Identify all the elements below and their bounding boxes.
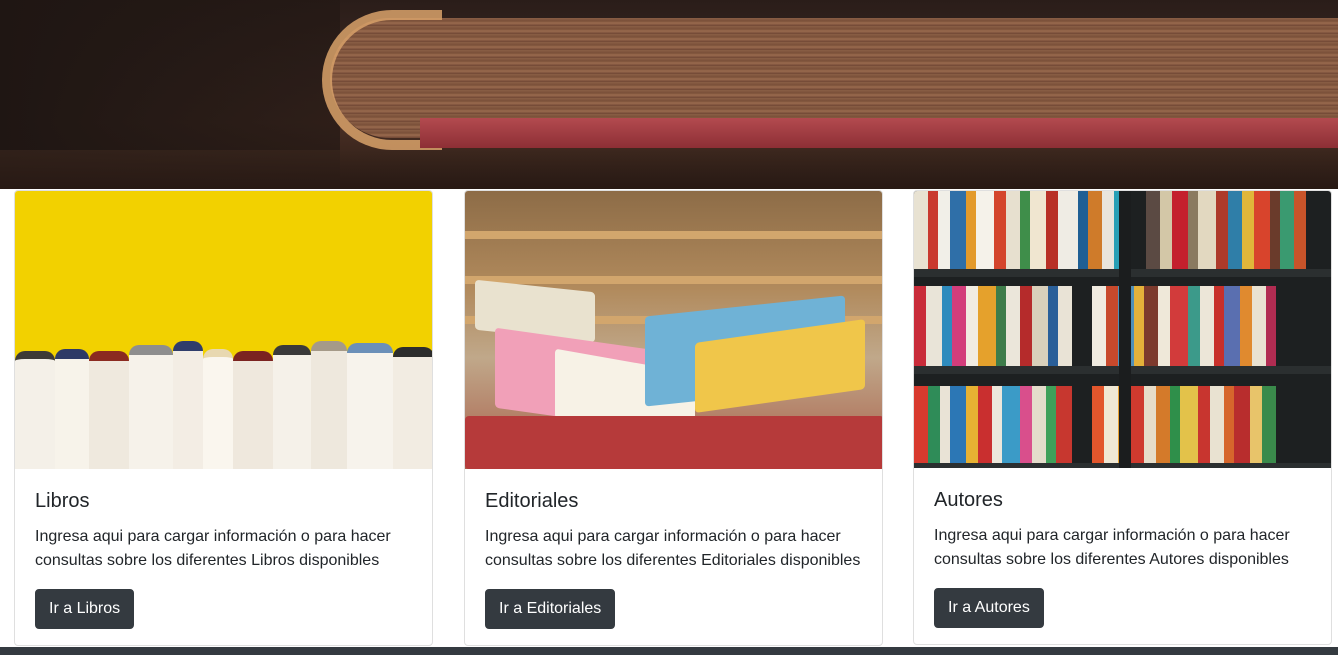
card-title: Autores [934, 489, 1003, 511]
card-description: Ingresa aqui para cargar información o p… [35, 528, 391, 569]
card-editoriales: Editoriales Ingresa aqui para cargar inf… [464, 190, 883, 646]
hero-banner-image [0, 0, 1338, 189]
books-image [15, 191, 432, 469]
hero-book-spine [420, 118, 1338, 148]
card-title: Libros [35, 490, 90, 512]
bookstore-image [465, 191, 882, 469]
hero-table [0, 150, 1338, 189]
ir-a-editoriales-button[interactable]: Ir a Editoriales [485, 589, 616, 629]
bookshelf-image [914, 191, 1331, 468]
ir-a-libros-button[interactable]: Ir a Libros [35, 589, 135, 629]
card-autores: Autores Ingresa aqui para cargar informa… [913, 190, 1332, 645]
card-title: Editoriales [485, 490, 579, 512]
card-description: Ingresa aqui para cargar información o p… [485, 528, 861, 569]
ir-a-autores-button[interactable]: Ir a Autores [934, 588, 1044, 628]
footer-bar [0, 647, 1338, 655]
card-description: Ingresa aqui para cargar información o p… [934, 527, 1290, 568]
card-libros: Libros Ingresa aqui para cargar informac… [14, 190, 433, 646]
